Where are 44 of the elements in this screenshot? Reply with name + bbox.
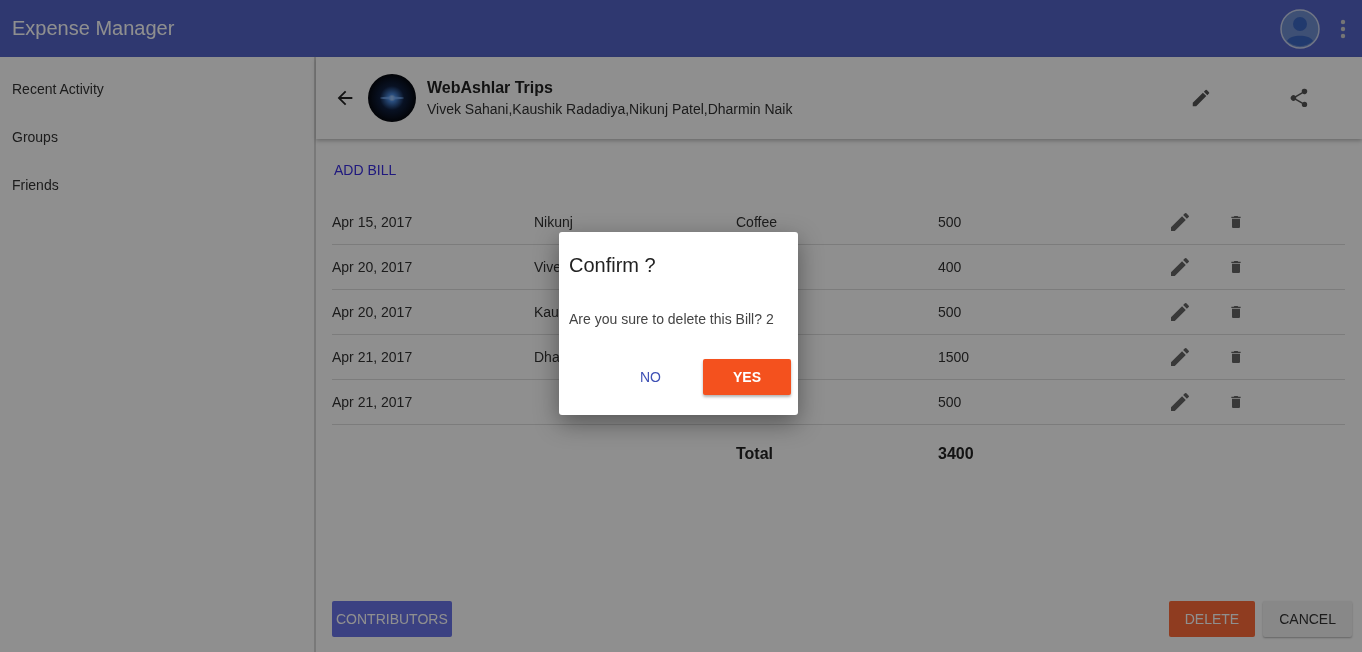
no-button[interactable]: NO xyxy=(610,361,691,393)
table-cell-text: Apr 21, 2017 xyxy=(332,394,414,410)
yes-button[interactable]: YES xyxy=(703,359,791,395)
edit-icon[interactable] xyxy=(1168,210,1192,234)
table-cell-text: Apr 21, 2017 xyxy=(332,349,414,365)
table-cell: Nikunj xyxy=(534,214,573,230)
edit-icon[interactable] xyxy=(1168,390,1192,414)
table-cell: Coffee xyxy=(736,214,777,230)
edit-icon[interactable] xyxy=(1168,300,1192,324)
edit-icon[interactable] xyxy=(1168,255,1192,279)
table-cell-text: 500 xyxy=(938,214,963,230)
total-amount: 3400 xyxy=(938,445,975,463)
table-cell-text: 400 xyxy=(938,259,963,275)
dialog-message: Are you sure to delete this Bill? 2 xyxy=(569,311,775,327)
avatar-icon[interactable] xyxy=(1280,8,1320,49)
delete-icon[interactable] xyxy=(1228,259,1244,275)
total-label: Total xyxy=(736,445,775,463)
group-name: WebAshlar Trips xyxy=(427,79,554,97)
table-cell-text: Apr 20, 2017 xyxy=(332,304,414,320)
table-cell: Vive xyxy=(534,259,561,275)
table-cell-text: Apr 20, 2017 xyxy=(332,259,414,275)
add-bill-link[interactable]: ADD BILL xyxy=(334,162,397,178)
delete-icon[interactable] xyxy=(1228,304,1244,320)
table-cell-text: 500 xyxy=(938,304,963,320)
edit-icon[interactable] xyxy=(1190,87,1212,109)
delete-icon[interactable] xyxy=(1228,394,1244,410)
table-cell: Dha xyxy=(534,349,560,365)
sidebar-item[interactable]: Friends xyxy=(0,175,314,223)
table-cell: Kau xyxy=(534,304,559,320)
table-cell-text: 1500 xyxy=(938,349,971,365)
group-members: Vivek Sahani,Kaushik Radadiya,Nikunj Patel,Dharmin Naik xyxy=(427,101,793,117)
contributors-button[interactable]: CONTRIBUTORS xyxy=(332,601,452,637)
sidebar-item[interactable]: Recent Activity xyxy=(0,79,314,127)
cancel-button[interactable]: CANCEL xyxy=(1263,601,1352,637)
sidebar-item[interactable]: Groups xyxy=(0,127,314,175)
more-menu-icon[interactable] xyxy=(1340,18,1346,39)
table-cell-text: Apr 15, 2017 xyxy=(332,214,414,230)
edit-icon[interactable] xyxy=(1168,345,1192,369)
dialog-title: Confirm ? xyxy=(569,254,657,277)
delete-icon[interactable] xyxy=(1228,349,1244,365)
app-title: Expense Manager xyxy=(12,17,175,40)
table-cell-text: 500 xyxy=(938,394,963,410)
delete-icon[interactable] xyxy=(1228,214,1244,230)
share-icon[interactable] xyxy=(1288,87,1310,109)
